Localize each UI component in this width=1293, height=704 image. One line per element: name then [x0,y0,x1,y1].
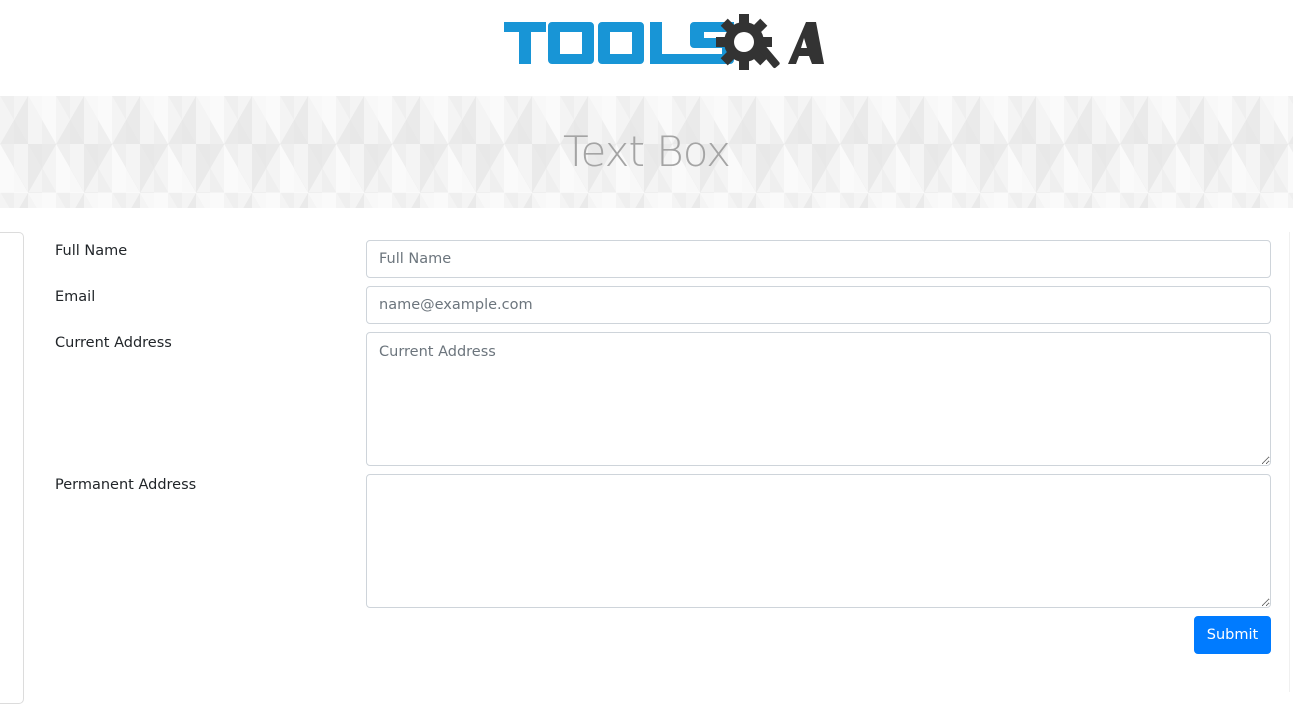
permanent-address-label: Permanent Address [55,477,197,493]
site-header [0,0,1293,96]
page-title: Text Box [562,127,731,176]
email-label: Email [55,289,96,305]
toolsqa-logo[interactable] [502,10,826,86]
full-name-label: Full Name [55,243,128,259]
page-banner: Text Box [0,96,1293,208]
right-panel-edge [1289,232,1293,692]
current-address-label: Current Address [55,335,172,351]
sidebar-panel [0,232,24,704]
submit-button[interactable]: Submit [1194,616,1271,654]
current-address-textarea[interactable] [366,332,1271,466]
permanent-address-textarea[interactable] [366,474,1271,608]
full-name-input[interactable] [366,240,1271,278]
email-input[interactable] [366,286,1271,324]
